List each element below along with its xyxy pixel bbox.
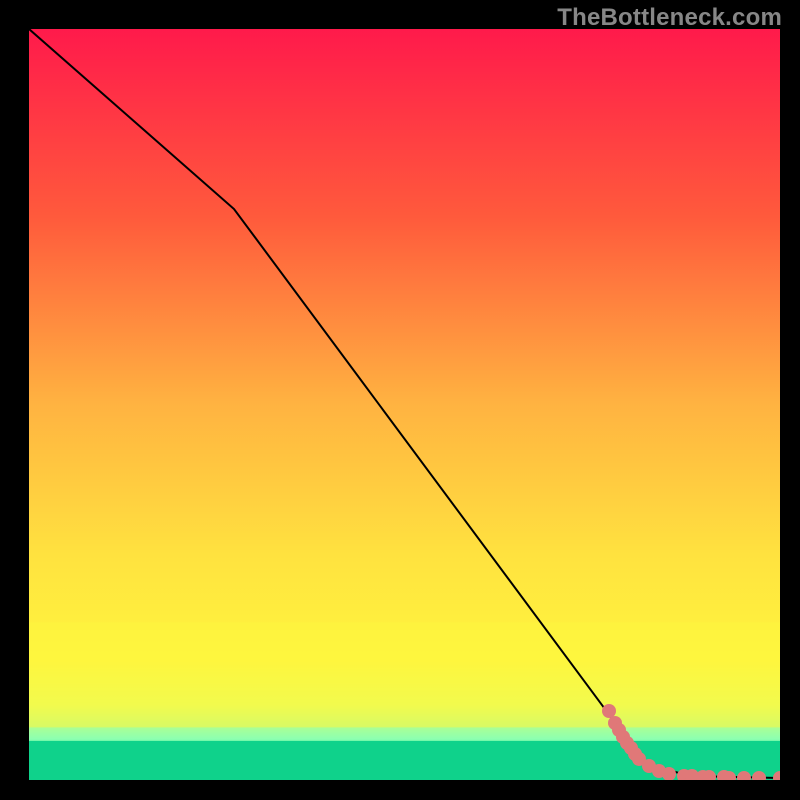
scatter-point [602,704,616,718]
yellow-band [29,622,780,727]
plot-area [29,29,780,780]
frame: TheBottleneck.com [0,0,800,800]
attribution-label: TheBottleneck.com [557,4,782,32]
chart-svg [29,29,780,780]
